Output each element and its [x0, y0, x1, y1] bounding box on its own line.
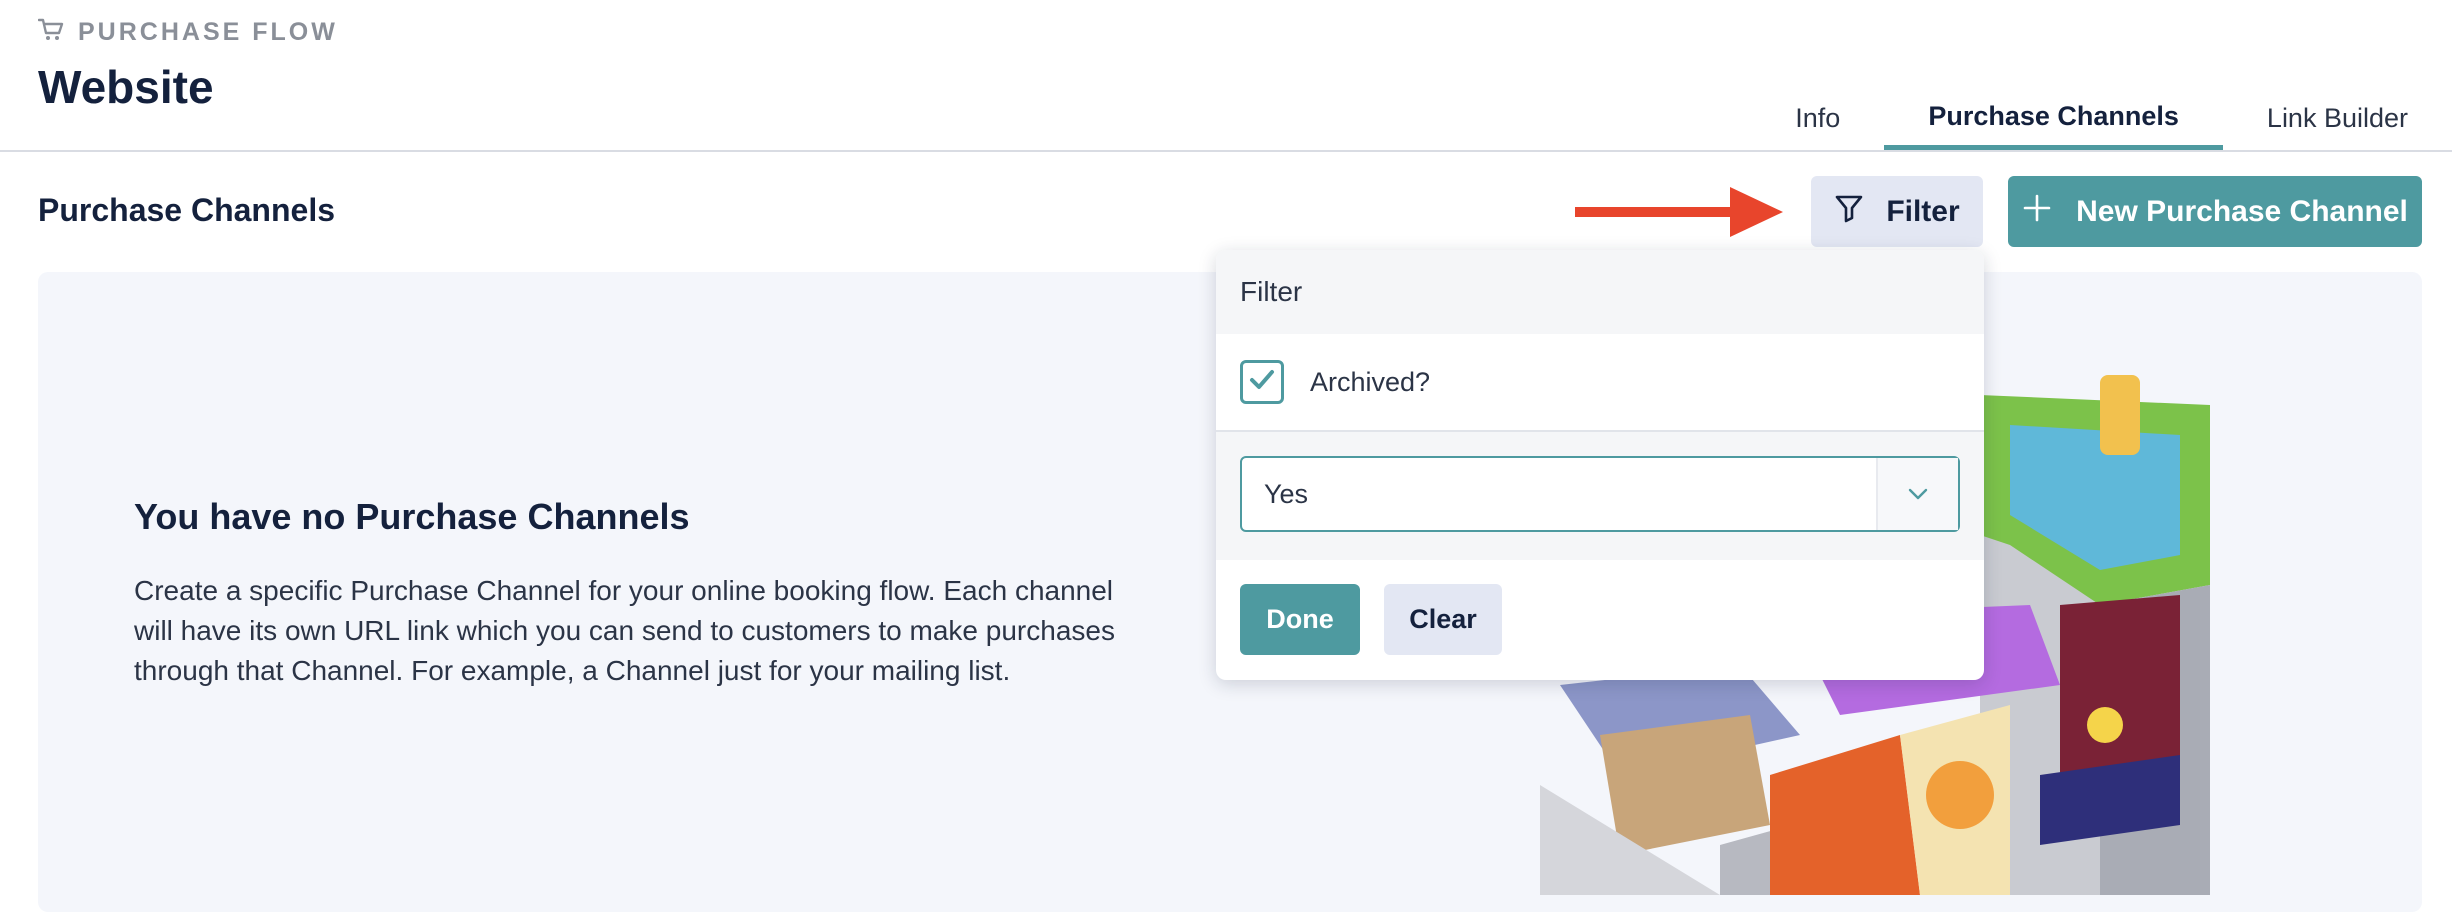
tab-bar: Info Purchase Channels Link Builder — [1751, 88, 2452, 150]
filter-button-label: Filter — [1886, 194, 1960, 228]
empty-state-title: You have no Purchase Channels — [134, 496, 690, 537]
clear-button[interactable]: Clear — [1384, 584, 1502, 655]
checkmark-icon — [1249, 369, 1275, 396]
page-title: Website — [38, 61, 214, 113]
done-button[interactable]: Done — [1240, 584, 1360, 655]
empty-state-description: Create a specific Purchase Channel for y… — [134, 575, 1115, 686]
funnel-icon — [1834, 193, 1864, 231]
archived-checkbox-row[interactable]: Archived? — [1216, 334, 1984, 432]
breadcrumb: PURCHASE FLOW — [37, 18, 338, 47]
tab-link-builder[interactable]: Link Builder — [2223, 88, 2452, 148]
new-purchase-channel-button[interactable]: New Purchase Channel — [2008, 176, 2422, 247]
tab-purchase-channels[interactable]: Purchase Channels — [1884, 88, 2223, 150]
cart-icon — [37, 18, 64, 47]
filter-button[interactable]: Filter — [1811, 176, 1983, 247]
annotation-arrow-icon — [1575, 184, 1785, 245]
plus-icon — [2022, 193, 2052, 231]
section-title: Purchase Channels — [38, 192, 335, 228]
archived-select[interactable]: Yes — [1240, 456, 1960, 532]
archived-label: Archived? — [1310, 366, 1431, 397]
new-purchase-channel-label: New Purchase Channel — [2076, 194, 2408, 228]
filter-dropdown: Filter Archived? Yes Done Clear — [1216, 250, 1984, 680]
breadcrumb-label: PURCHASE FLOW — [78, 18, 338, 46]
archived-checkbox[interactable] — [1240, 360, 1284, 404]
select-section: Yes — [1216, 432, 1984, 560]
filter-dropdown-heading: Filter — [1216, 250, 1984, 334]
filter-actions: Done Clear — [1240, 584, 1502, 655]
chevron-down-icon[interactable] — [1876, 458, 1958, 530]
page-header: PURCHASE FLOW Website Info Purchase Chan… — [0, 0, 2452, 152]
tab-info[interactable]: Info — [1751, 88, 1884, 148]
archived-select-value: Yes — [1264, 478, 1309, 509]
